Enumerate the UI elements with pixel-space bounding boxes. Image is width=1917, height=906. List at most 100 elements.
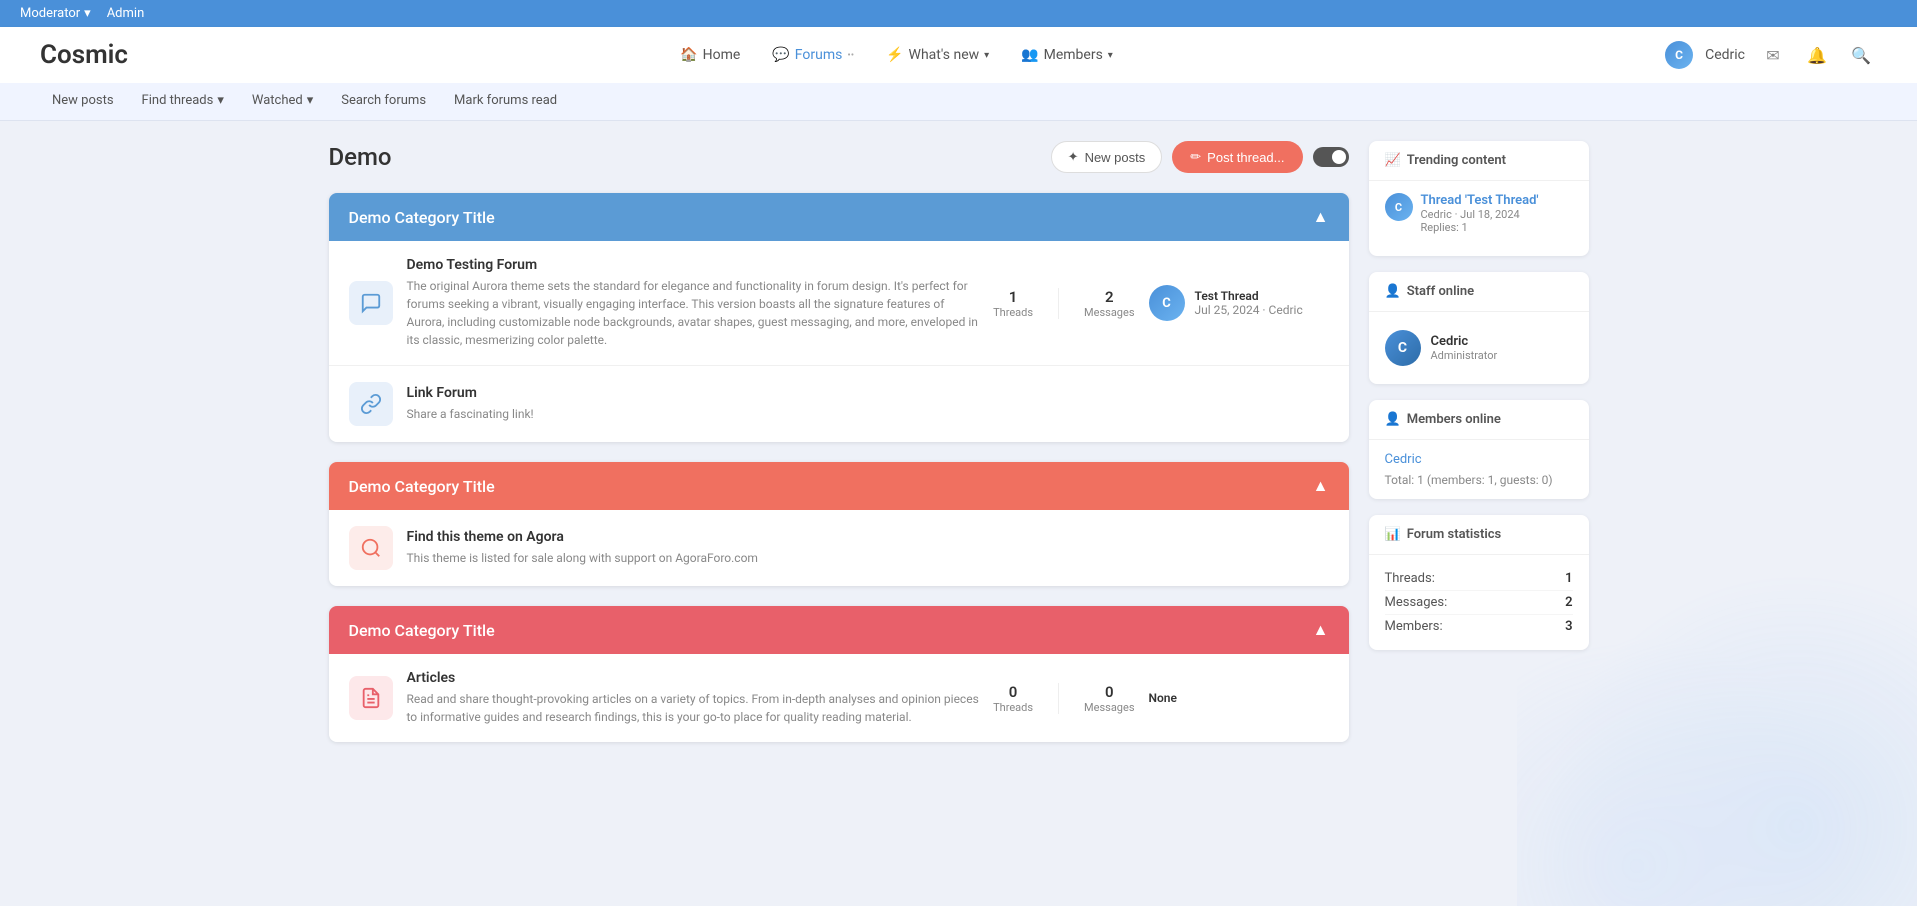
notifications-icon[interactable]: 🔔 [1801, 39, 1833, 71]
members-online-body: Cedric Total: 1 (members: 1, guests: 0) [1369, 440, 1589, 499]
admin-bar: Moderator ▾ Admin [0, 0, 1917, 27]
lightning-icon: ⚡ [886, 47, 903, 63]
forum-stats-title: 📊 Forum statistics [1369, 515, 1589, 555]
chevron-down-icon: ▾ [984, 50, 989, 61]
trending-replies: Replies: 1 [1421, 221, 1539, 234]
forum-name-2[interactable]: Link Forum [407, 385, 1329, 401]
nav-whats-new[interactable]: ⚡ What's new ▾ [874, 39, 1001, 71]
page-title-row: Demo ✦ New posts ✏ Post thread... [329, 141, 1349, 173]
forum-icon-2 [349, 382, 393, 426]
thread-count-4: 0 Threads [993, 683, 1033, 714]
moderator-menu[interactable]: Moderator ▾ [20, 6, 91, 21]
stat-divider [1058, 288, 1059, 319]
sub-nav-watched[interactable]: Watched ▾ [240, 83, 325, 120]
nav-forums[interactable]: 💬 Forums •• [760, 39, 866, 71]
admin-link[interactable]: Admin [107, 6, 145, 21]
sub-nav-find-threads[interactable]: Find threads ▾ [130, 83, 236, 120]
forum-info-1: Demo Testing Forum The original Aurora t… [407, 257, 980, 349]
forum-icon-4 [349, 676, 393, 720]
staff-online-body: C Cedric Administrator [1369, 312, 1589, 384]
forum-desc-1: The original Aurora theme sets the stand… [407, 277, 980, 349]
category-block-2: Demo Category Title ▲ Find this theme on… [329, 462, 1349, 586]
forum-row-2: Link Forum Share a fascinating link! [329, 366, 1349, 442]
search-icon[interactable]: 🔍 [1845, 39, 1877, 71]
staff-icon: 👤 [1385, 284, 1401, 299]
staff-online-widget: 👤 Staff online C Cedric Administrator [1369, 272, 1589, 384]
staff-member-1: C Cedric Administrator [1385, 324, 1573, 372]
stat-divider [1058, 683, 1059, 714]
last-post-avatar-1: C [1149, 285, 1185, 321]
chevron-down-icon: ▾ [217, 93, 224, 108]
forum-stat-messages: Messages: 2 [1385, 591, 1573, 615]
title-actions: ✦ New posts ✏ Post thread... [1051, 141, 1349, 173]
forum-row-3: Find this theme on Agora This theme is l… [329, 510, 1349, 586]
forum-name-4[interactable]: Articles [407, 670, 980, 686]
members-online-widget: 👤 Members online Cedric Total: 1 (member… [1369, 400, 1589, 499]
theme-toggle[interactable] [1313, 147, 1349, 167]
nav-members[interactable]: 👥 Members ▾ [1009, 39, 1125, 71]
trending-meta: Cedric · Jul 18, 2024 [1421, 208, 1539, 221]
category-header-2[interactable]: Demo Category Title ▲ [329, 462, 1349, 510]
forum-stat-members: Members: 3 [1385, 615, 1573, 638]
page-container: Demo ✦ New posts ✏ Post thread... Demo C… [309, 121, 1609, 782]
post-thread-button[interactable]: ✏ Post thread... [1172, 141, 1302, 173]
forum-info-3: Find this theme on Agora This theme is l… [407, 529, 1329, 567]
forum-stats-widget: 📊 Forum statistics Threads: 1 Messages: … [1369, 515, 1589, 650]
messages-icon[interactable]: ✉ [1757, 39, 1789, 71]
forum-info-4: Articles Read and share thought-provokin… [407, 670, 980, 726]
members-icon: 👤 [1385, 412, 1401, 427]
staff-online-title: 👤 Staff online [1369, 272, 1589, 312]
forums-icon: 💬 [772, 47, 789, 63]
new-posts-button[interactable]: ✦ New posts [1051, 141, 1163, 173]
category-body-3: Articles Read and share thought-provokin… [329, 654, 1349, 742]
forum-last-post-1: C Test Thread Jul 25, 2024 · Cedric [1149, 285, 1329, 321]
last-post-meta-1: Jul 25, 2024 · Cedric [1195, 303, 1303, 317]
message-count-4: 0 Messages [1084, 683, 1134, 714]
forum-name-3[interactable]: Find this theme on Agora [407, 529, 1329, 545]
main-nav: 🏠 Home 💬 Forums •• ⚡ What's new ▾ 👥 Memb… [668, 39, 1125, 71]
header-right: C Cedric ✉ 🔔 🔍 [1665, 39, 1877, 71]
forum-last-post-4: None [1149, 691, 1329, 705]
nav-home[interactable]: 🏠 Home [668, 39, 752, 71]
stats-icon: 📊 [1385, 527, 1401, 542]
trending-icon: 📈 [1385, 153, 1401, 168]
staff-name-1[interactable]: Cedric [1431, 334, 1498, 349]
category-header-3[interactable]: Demo Category Title ▲ [329, 606, 1349, 654]
sub-nav-mark-read[interactable]: Mark forums read [442, 83, 569, 120]
forum-stat-threads: Threads: 1 [1385, 567, 1573, 591]
forum-desc-3: This theme is listed for sale along with… [407, 549, 1329, 567]
trending-avatar: C [1385, 193, 1413, 221]
chevron-down-icon: ▾ [1108, 50, 1113, 61]
trending-title: 📈 Trending content [1369, 141, 1589, 181]
last-post-none: None [1149, 691, 1177, 705]
forum-icon-1 [349, 281, 393, 325]
forum-stats-4: 0 Threads 0 Messages [993, 683, 1134, 714]
sidebar: 📈 Trending content C Thread 'Test Thread… [1369, 141, 1589, 762]
category-header-1[interactable]: Demo Category Title ▲ [329, 193, 1349, 241]
chevron-down-icon: ▾ [307, 93, 314, 108]
category-body-2: Find this theme on Agora This theme is l… [329, 510, 1349, 586]
logo[interactable]: Cosmic [40, 40, 128, 70]
forum-name-1[interactable]: Demo Testing Forum [407, 257, 980, 273]
members-online-total: Total: 1 (members: 1, guests: 0) [1385, 473, 1573, 487]
username-link[interactable]: Cedric [1705, 47, 1745, 63]
trending-info: Thread 'Test Thread' Cedric · Jul 18, 20… [1421, 193, 1539, 234]
forum-icon-3 [349, 526, 393, 570]
members-icon: 👥 [1021, 47, 1038, 63]
collapse-icon: ▲ [1313, 207, 1329, 227]
members-online-list[interactable]: Cedric [1385, 452, 1573, 467]
members-online-title: 👤 Members online [1369, 400, 1589, 440]
forums-dots: •• [847, 50, 854, 61]
last-post-info-1: Test Thread Jul 25, 2024 · Cedric [1195, 289, 1303, 317]
main-content: Demo ✦ New posts ✏ Post thread... Demo C… [329, 141, 1349, 762]
sub-nav-search-forums[interactable]: Search forums [329, 83, 438, 120]
last-post-title-1[interactable]: Test Thread [1195, 289, 1303, 303]
new-posts-icon: ✦ [1068, 149, 1079, 165]
user-avatar[interactable]: C [1665, 41, 1693, 69]
last-post-info-4: None [1149, 691, 1177, 705]
collapse-icon: ▲ [1313, 620, 1329, 640]
trending-thread-link[interactable]: Thread 'Test Thread' [1421, 193, 1539, 208]
sub-nav-new-posts[interactable]: New posts [40, 83, 126, 120]
trending-item-1: C Thread 'Test Thread' Cedric · Jul 18, … [1385, 193, 1573, 234]
forum-desc-2: Share a fascinating link! [407, 405, 1329, 423]
